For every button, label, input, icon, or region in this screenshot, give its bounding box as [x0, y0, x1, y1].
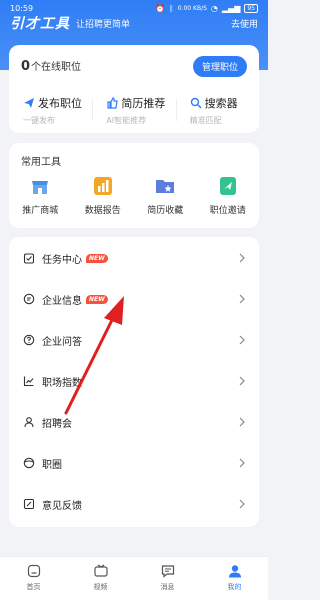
- network-speed: 0.00 KB/S: [177, 4, 207, 12]
- brand-logo: 引才工具: [10, 16, 70, 32]
- brand-row: 引才工具 让招聘更简单 去使用: [10, 14, 258, 32]
- tool-label: 推广商城: [22, 206, 59, 216]
- tool-label: 简历收藏: [147, 206, 184, 216]
- chart-icon: [92, 175, 114, 197]
- send-icon: [24, 98, 34, 108]
- menu-item-workplace-index[interactable]: 职场指数: [9, 365, 259, 397]
- question-icon: [23, 334, 35, 346]
- action-publish-job[interactable]: 发布职位 一键发布: [9, 95, 92, 125]
- go-use-link[interactable]: 去使用: [231, 17, 258, 30]
- menu-label: 意见反馈: [42, 500, 82, 512]
- nav-video[interactable]: 视频: [67, 557, 134, 600]
- menu-label: 企业信息: [42, 295, 82, 307]
- tool-label: 职位邀请: [209, 206, 246, 216]
- nav-home[interactable]: 首页: [0, 557, 67, 600]
- menu-label: 职圈: [42, 459, 62, 471]
- nav-label: 视频: [93, 583, 108, 591]
- action-sub: 一键发布: [23, 116, 55, 125]
- new-badge: NEW: [86, 253, 108, 263]
- chevron-right-icon: [239, 376, 245, 386]
- online-jobs-text: 0个在线职位: [21, 58, 81, 74]
- menu-item-company-info[interactable]: 企业信息 NEW: [9, 283, 259, 315]
- online-count: 0: [21, 59, 31, 74]
- people-icon: [23, 416, 35, 428]
- job-card: 0个在线职位 管理职位 发布职位 一键发布 简历推荐 AI智能推荐 搜索器 精准…: [9, 45, 259, 133]
- menu-label: 企业问答: [42, 336, 82, 348]
- menu-item-task-center[interactable]: 任务中心 NEW: [9, 242, 259, 274]
- bottom-nav: 首页 视频 消息 我的: [0, 556, 268, 600]
- bluetooth-icon: ᛒ: [168, 3, 174, 13]
- status-icons: ⏰ ᛒ 0.00 KB/S ◔ ▂▄▆ 95: [154, 3, 258, 13]
- chevron-right-icon: [239, 294, 245, 304]
- tools-card: 常用工具 推广商城 数据报告 简历收藏 职位邀请: [9, 143, 259, 228]
- menu-card: 任务中心 NEW 企业信息 NEW 企业问答 职场指数 招聘会 职圈 意见反馈: [9, 237, 259, 527]
- chevron-right-icon: [239, 417, 245, 427]
- alarm-icon: ⏰: [154, 3, 165, 13]
- menu-label: 招聘会: [42, 418, 72, 430]
- manage-jobs-button[interactable]: 管理职位: [192, 55, 247, 77]
- action-title: 发布职位: [38, 97, 82, 110]
- battery-level: 95: [244, 3, 258, 13]
- menu-item-job-circle[interactable]: 职圈: [9, 447, 259, 479]
- tool-promotion-mall[interactable]: 推广商城: [9, 175, 72, 216]
- tools-title: 常用工具: [21, 157, 61, 168]
- user-icon: [228, 565, 241, 578]
- tool-data-report[interactable]: 数据报告: [72, 175, 135, 216]
- status-time: 10:59: [10, 3, 34, 13]
- feedback-icon: [23, 498, 35, 510]
- action-title: 搜索器: [204, 97, 238, 110]
- chevron-right-icon: [239, 253, 245, 263]
- tool-job-invite[interactable]: 职位邀请: [197, 175, 260, 216]
- menu-item-company-qa[interactable]: 企业问答: [9, 324, 259, 356]
- circle-icon: [23, 457, 35, 469]
- thumbs-up-icon: [107, 97, 119, 109]
- chat-icon: [161, 565, 174, 578]
- chevron-right-icon: [239, 335, 245, 345]
- chevron-right-icon: [239, 458, 245, 468]
- search-icon: [190, 97, 202, 109]
- nav-label: 首页: [26, 583, 41, 591]
- action-title: 简历推荐: [121, 97, 166, 110]
- menu-item-job-fair[interactable]: 招聘会: [9, 406, 259, 438]
- new-badge: NEW: [86, 294, 108, 304]
- nav-label: 我的: [227, 583, 242, 591]
- store-icon: [29, 175, 51, 197]
- wifi-icon: ◔: [210, 3, 218, 13]
- video-icon: [93, 564, 108, 577]
- nav-label: 消息: [160, 583, 175, 591]
- signal-icon: ▂▄▆: [221, 3, 241, 13]
- action-searcher[interactable]: 搜索器 精准匹配: [175, 95, 259, 125]
- trend-icon: [23, 375, 35, 387]
- brand-slogan: 让招聘更简单: [76, 19, 131, 30]
- home-icon: [27, 564, 40, 578]
- message-icon: [23, 293, 35, 305]
- task-icon: [23, 252, 35, 264]
- invite-icon: [217, 175, 239, 197]
- online-suffix: 个在线职位: [31, 62, 82, 73]
- action-sub: AI智能推荐: [106, 116, 147, 125]
- menu-label: 任务中心: [42, 254, 82, 266]
- action-resume-recommend[interactable]: 简历推荐 AI智能推荐: [92, 95, 175, 125]
- nav-messages[interactable]: 消息: [134, 557, 201, 600]
- menu-item-feedback[interactable]: 意见反馈: [9, 488, 259, 520]
- folder-star-icon: [154, 175, 176, 197]
- tool-label: 数据报告: [84, 206, 121, 216]
- nav-mine[interactable]: 我的: [201, 557, 268, 600]
- action-sub: 精准匹配: [189, 116, 222, 125]
- chevron-right-icon: [239, 499, 245, 509]
- tool-resume-favorites[interactable]: 简历收藏: [134, 175, 197, 216]
- menu-label: 职场指数: [42, 377, 82, 389]
